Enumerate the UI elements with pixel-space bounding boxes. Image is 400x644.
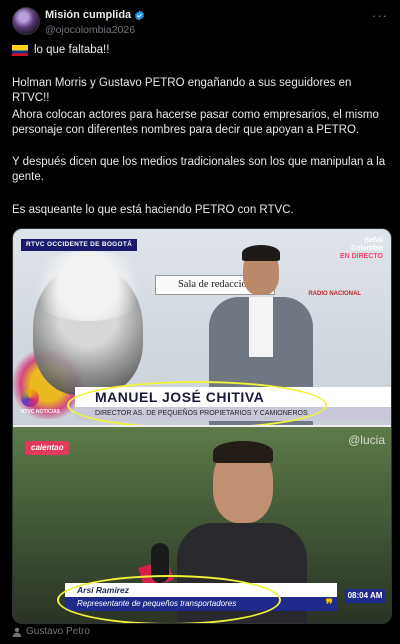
channel-tag: RTVC OCCIDENTE DE BOGOTÁ [21, 239, 138, 251]
tagged-user[interactable]: Gustavo Petro [26, 626, 90, 637]
display-name[interactable]: Misión cumplida [45, 9, 131, 21]
rtvc-bug-icon [21, 389, 39, 407]
name-line: Misión cumplida [45, 9, 145, 21]
post-footer[interactable]: Gustavo Petro [12, 626, 90, 637]
senal-line-2: Colombia [351, 245, 383, 252]
verified-badge-icon [135, 9, 145, 21]
user-handle[interactable]: @ojocolombia2026 [45, 24, 135, 36]
quote-accent-icon: ❞ [325, 596, 333, 612]
rtvc-bug-text: RTVC NOTICIAS [21, 409, 60, 415]
broadcast-clock: 08:04 AM [345, 589, 385, 603]
post-line-1-text: lo que faltaba!! [34, 44, 110, 56]
post-paragraph-3: Ahora colocan actores para hacerse pasar… [12, 109, 379, 136]
annotation-circle-bottom [57, 575, 281, 623]
post-paragraph-4: Y después dicen que los medios tradicion… [12, 156, 386, 183]
senal-line-3: EN DIRECTO [339, 253, 383, 260]
avatar[interactable] [12, 7, 40, 35]
interviewee-top-shirt [249, 297, 273, 357]
show-tag: calentao [25, 441, 70, 455]
post: Misión cumplida @ojocolombia2026 ··· lo … [0, 0, 400, 644]
more-options-icon[interactable]: ··· [372, 8, 388, 23]
post-header: Misión cumplida @ojocolombia2026 ··· [12, 6, 390, 40]
tiktok-watermark: @lucia [348, 433, 385, 447]
interviewee-bottom-hair [213, 441, 273, 463]
media-frame-bottom: calentao @lucia Arsi Ramírez Representan… [13, 427, 391, 623]
post-paragraph-2: Holman Morris y Gustavo PETRO engañando … [12, 77, 352, 104]
senal-colombia-logo: Señal Colombia EN DIRECTO [340, 237, 383, 261]
post-media[interactable]: RTVC OCCIDENTE DE BOGOTÁ Sala de redacci… [12, 228, 392, 624]
post-line-1: lo que faltaba!! [12, 43, 109, 58]
media-frame-top: RTVC OCCIDENTE DE BOGOTÁ Sala de redacci… [13, 229, 391, 425]
colombia-flag-icon [12, 45, 28, 56]
annotation-circle-top [67, 381, 327, 425]
background-portrait-hair [23, 251, 153, 321]
senal-line-1: Señal [364, 237, 383, 244]
person-icon [12, 627, 22, 637]
rtvc-bug: RTVC NOTICIAS [21, 389, 71, 419]
interviewee-top-hair [242, 245, 280, 261]
post-paragraph-5: Es asqueante lo que está haciendo PETRO … [12, 204, 294, 216]
radio-nacional-logo: RADIO NACIONAL [308, 291, 361, 297]
